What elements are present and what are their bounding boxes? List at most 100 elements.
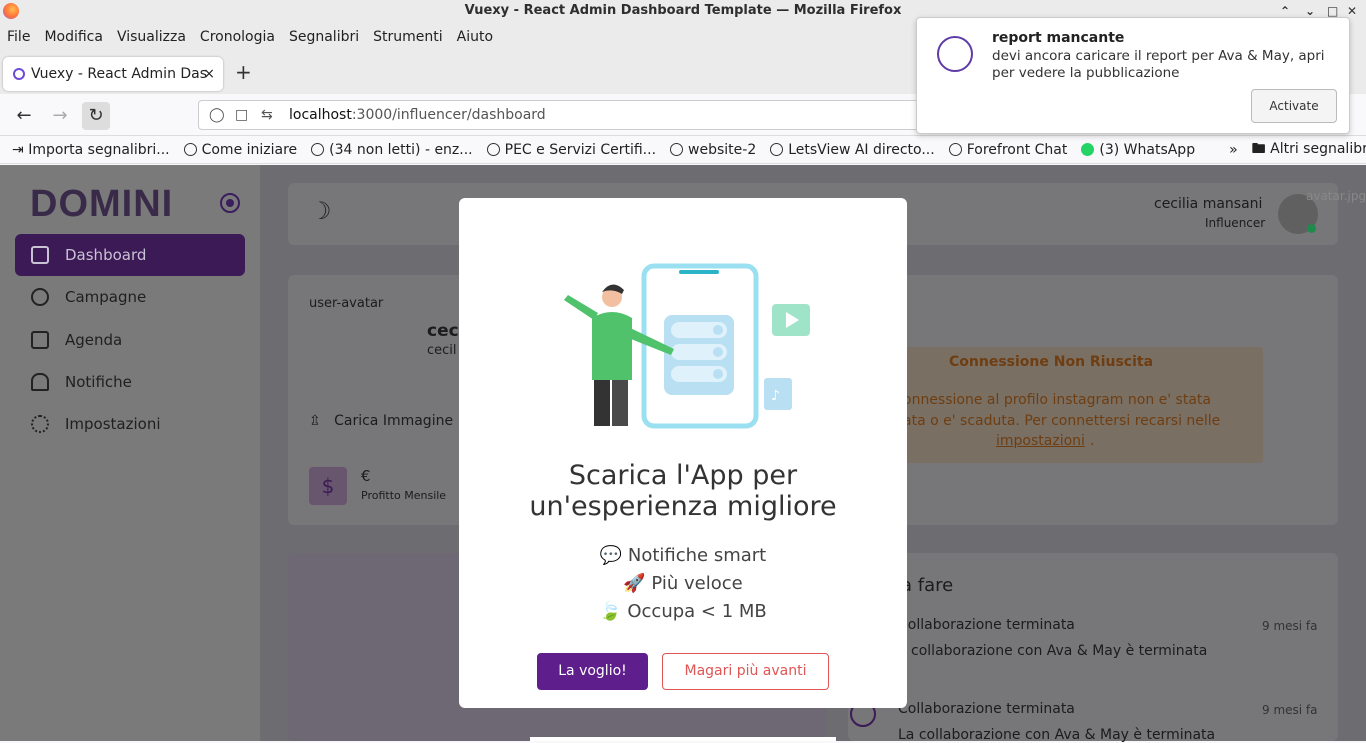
bookmark-forefront[interactable]: Forefront Chat bbox=[948, 141, 1068, 158]
bookmark-label: Importa segnalibri... bbox=[28, 141, 170, 158]
feature-size: 🍃 Occupa < 1 MB bbox=[599, 601, 767, 622]
todo-item-time: 9 mesi fa bbox=[1262, 703, 1318, 717]
sidebar-item-impostazioni[interactable]: Impostazioni bbox=[15, 403, 245, 445]
sidebar-item-label: Impostazioni bbox=[65, 415, 161, 433]
globe-icon bbox=[948, 142, 962, 156]
alert-end: . bbox=[1090, 433, 1095, 449]
sidebar-item-dashboard[interactable]: Dashboard bbox=[15, 234, 245, 276]
menu-visualizza[interactable]: Visualizza bbox=[117, 29, 186, 45]
sidebar-item-label: Agenda bbox=[65, 331, 123, 349]
page-icon: □ bbox=[235, 107, 249, 123]
tab-vuexy[interactable]: Vuexy - React Admin Das × bbox=[3, 57, 223, 91]
dollar-icon: $ bbox=[309, 467, 347, 505]
modal-title: Scarica l'App per un'esperienza migliore bbox=[459, 460, 907, 522]
upload-image-button[interactable]: ⇫ Carica Immagine bbox=[309, 413, 453, 429]
todo-item-desc: a collaborazione con Ava & May è termina… bbox=[898, 643, 1208, 659]
menu-cronologia[interactable]: Cronologia bbox=[200, 29, 275, 45]
online-status-dot bbox=[1307, 224, 1316, 233]
award-icon bbox=[31, 288, 49, 306]
url-bar[interactable]: ◯ □ ⇆ localhost:3000/influencer/dashboar… bbox=[198, 100, 988, 130]
menu-strumenti[interactable]: Strumenti bbox=[373, 29, 443, 45]
reload-icon[interactable]: ↻ bbox=[82, 102, 110, 130]
todo-card: la fare Collaborazione terminata 9 mesi … bbox=[848, 553, 1338, 743]
notification-activate-button[interactable]: Activate bbox=[1251, 89, 1337, 123]
todo-item-title: Collaborazione terminata bbox=[898, 701, 1075, 717]
modal-title-line1: Scarica l'App per bbox=[568, 460, 798, 491]
profit-label: Profitto Mensile bbox=[361, 489, 447, 502]
menu-modifica[interactable]: Modifica bbox=[44, 29, 103, 45]
bookmark-non-letti[interactable]: (34 non letti) - enz... bbox=[311, 141, 473, 158]
todo-item-title: Collaborazione terminata bbox=[898, 617, 1075, 633]
connection-alert: Connessione Non Riuscita onnessione al p… bbox=[903, 347, 1263, 463]
todo-item-time: 9 mesi fa bbox=[1262, 619, 1318, 633]
modal-bottom-strip bbox=[530, 737, 836, 741]
bookmark-pec[interactable]: PEC e Servizi Certifi... bbox=[486, 141, 657, 158]
user-avatar-alt: user-avatar bbox=[309, 296, 384, 311]
sidebar-item-label: Dashboard bbox=[65, 246, 147, 264]
moon-icon[interactable]: ☽ bbox=[310, 197, 332, 225]
bell-icon bbox=[31, 373, 49, 391]
bookmark-label: website-2 bbox=[688, 141, 757, 158]
upload-label: Carica Immagine bbox=[334, 413, 454, 429]
modal-title-line2: un'esperienza migliore bbox=[529, 491, 837, 522]
whatsapp-icon bbox=[1081, 142, 1095, 156]
globe-icon bbox=[670, 142, 684, 156]
svg-text:♪: ♪ bbox=[771, 388, 780, 404]
bookmark-altri[interactable]: 🖿 Altri segnalibri bbox=[1252, 138, 1366, 162]
download-app-button[interactable]: La voglio! bbox=[537, 653, 648, 690]
calendar-icon bbox=[31, 331, 49, 349]
menu-file[interactable]: File bbox=[7, 29, 30, 45]
bookmark-label: Altri segnalibri bbox=[1270, 140, 1366, 157]
alert-line1: onnessione al profilo instagram non e' s… bbox=[903, 392, 1211, 408]
bookmark-come-iniziare[interactable]: Come iniziare bbox=[183, 142, 297, 158]
tab-label: Vuexy - React Admin Das bbox=[31, 66, 208, 82]
url-path: :3000/influencer/dashboard bbox=[351, 107, 546, 123]
new-tab-button[interactable]: + bbox=[235, 60, 252, 84]
firefox-icon bbox=[3, 3, 19, 19]
sidebar-item-label: Notifiche bbox=[65, 373, 132, 391]
notification-app-icon bbox=[937, 36, 973, 72]
permissions-icon[interactable]: ⇆ bbox=[261, 101, 273, 129]
sidebar-item-campagne[interactable]: Campagne bbox=[15, 276, 245, 318]
tab-favicon-icon bbox=[13, 68, 25, 80]
profile-name: cec bbox=[427, 321, 459, 341]
user-name: cecilia mansani bbox=[1154, 196, 1263, 212]
profile-sub: cecil bbox=[427, 343, 457, 358]
bookmarks-overflow-icon[interactable]: » bbox=[1229, 142, 1238, 158]
bookmark-import[interactable]: ⇥ Importa segnalibri... bbox=[12, 142, 170, 158]
bookmark-label: (3) WhatsApp bbox=[1099, 141, 1196, 158]
desktop-notification[interactable]: report mancante devi ancora caricare il … bbox=[916, 17, 1350, 134]
bookmark-label: (34 non letti) - enz... bbox=[329, 141, 473, 158]
back-icon[interactable]: ← bbox=[10, 102, 38, 130]
feature-speed: 🚀 Più veloce bbox=[623, 573, 743, 594]
menu-aiuto[interactable]: Aiuto bbox=[457, 29, 493, 45]
bookmark-label: Forefront Chat bbox=[966, 141, 1068, 158]
bookmark-label: PEC e Servizi Certifi... bbox=[504, 141, 657, 158]
later-button[interactable]: Magari più avanti bbox=[662, 653, 829, 690]
alert-title: Connessione Non Riuscita bbox=[949, 354, 1154, 370]
bookmark-whatsapp[interactable]: (3) WhatsApp bbox=[1081, 142, 1195, 158]
alert-settings-link[interactable]: impostazioni bbox=[996, 433, 1085, 449]
tab-close-button[interactable]: × bbox=[203, 57, 215, 91]
gear-icon bbox=[31, 415, 49, 433]
avatar-alt: avatar.jpg bbox=[1306, 189, 1366, 203]
shield-icon[interactable]: ◯ bbox=[209, 101, 225, 129]
bookmark-website-2[interactable]: website-2 bbox=[670, 142, 756, 158]
profit-currency: € bbox=[361, 467, 371, 485]
feature-notifications: 💬 Notifiche smart bbox=[599, 545, 767, 566]
notification-title: report mancante bbox=[992, 30, 1125, 46]
user-role: Influencer bbox=[1205, 216, 1266, 230]
window-title: Vuexy - React Admin Dashboard Template —… bbox=[464, 3, 902, 18]
sidebar-toggle-icon[interactable] bbox=[220, 193, 240, 213]
sidebar-item-notifiche[interactable]: Notifiche bbox=[15, 361, 245, 403]
bookmarks-bar: ⇥ Importa segnalibri... Come iniziare (3… bbox=[0, 136, 1366, 164]
globe-icon bbox=[770, 142, 784, 156]
download-app-modal: ♪ Scarica l'App per un'esperienza miglior… bbox=[459, 198, 907, 708]
bookmark-letsview[interactable]: LetsView AI directo... bbox=[770, 142, 935, 158]
forward-icon[interactable]: → bbox=[46, 102, 74, 130]
globe-icon bbox=[311, 142, 325, 156]
domini-logo: DOMINI bbox=[30, 183, 174, 225]
app-download-illustration: ♪ bbox=[564, 263, 810, 429]
menu-segnalibri[interactable]: Segnalibri bbox=[289, 29, 359, 45]
sidebar-item-agenda[interactable]: Agenda bbox=[15, 319, 245, 361]
